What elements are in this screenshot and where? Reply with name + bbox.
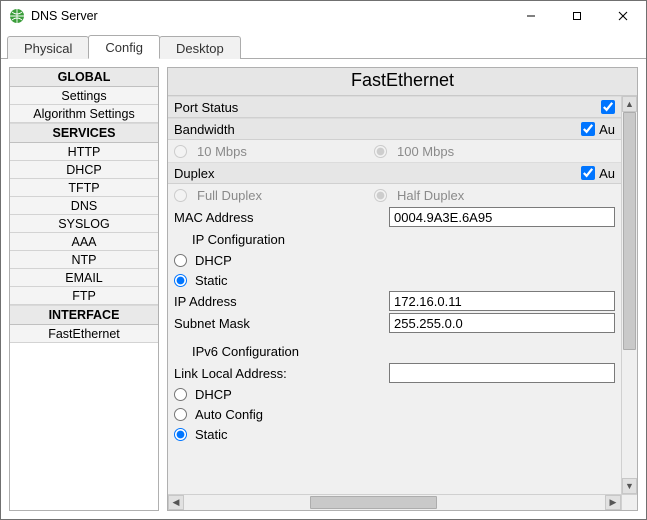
subnet-mask-input[interactable] [389, 313, 615, 333]
subnet-mask-row: Subnet Mask [168, 312, 621, 334]
maximize-button[interactable] [554, 1, 600, 31]
bandwidth-10mbps-label: 10 Mbps [197, 144, 247, 159]
ipv6-mode-auto-label: Auto Config [195, 407, 263, 422]
sidebar-item-ftp[interactable]: FTP [10, 287, 158, 305]
ip-mode-dhcp-radio[interactable] [174, 254, 187, 267]
port-status-checkbox[interactable] [601, 100, 615, 114]
duplex-full-label: Full Duplex [197, 188, 262, 203]
ipv6-mode-static-label: Static [195, 427, 228, 442]
bandwidth-label: Bandwidth [174, 122, 581, 137]
mac-label: MAC Address [174, 210, 389, 225]
close-button[interactable] [600, 1, 646, 31]
scrollbar-corner [621, 494, 637, 510]
ipv6-mode-static-radio[interactable] [174, 428, 187, 441]
sidebar: GLOBAL Settings Algorithm Settings SERVI… [9, 67, 159, 511]
scroll-left-arrow-icon[interactable]: ◀ [168, 495, 184, 510]
panel-content: Port Status Bandwidth Au [168, 96, 637, 510]
mac-input[interactable] [389, 207, 615, 227]
title-bar: DNS Server [1, 1, 646, 31]
ipv6-mode-dhcp-row: DHCP [168, 384, 621, 404]
sidebar-header-global: GLOBAL [10, 68, 158, 87]
sidebar-header-interface: INTERFACE [10, 305, 158, 325]
workspace: GLOBAL Settings Algorithm Settings SERVI… [1, 59, 646, 519]
link-local-label: Link Local Address: [174, 366, 389, 381]
link-local-row: Link Local Address: [168, 362, 621, 384]
bandwidth-auto-label: Au [599, 122, 615, 137]
tab-row: Physical Config Desktop [1, 31, 646, 59]
sidebar-header-services: SERVICES [10, 123, 158, 143]
duplex-auto-label: Au [599, 166, 615, 181]
bandwidth-row: Bandwidth Au [168, 118, 621, 140]
sidebar-item-ntp[interactable]: NTP [10, 251, 158, 269]
sidebar-item-settings[interactable]: Settings [10, 87, 158, 105]
ip-address-input[interactable] [389, 291, 615, 311]
ip-mode-static-row: Static [168, 270, 621, 290]
duplex-row: Duplex Au [168, 162, 621, 184]
scroll-up-arrow-icon[interactable]: ▲ [622, 96, 637, 112]
vertical-scrollbar[interactable]: ▲ ▼ [621, 96, 637, 494]
scroll-right-arrow-icon[interactable]: ▶ [605, 495, 621, 510]
app-icon [9, 8, 25, 24]
subnet-mask-label: Subnet Mask [174, 316, 389, 331]
duplex-full-radio[interactable] [174, 189, 187, 202]
sidebar-item-algorithm-settings[interactable]: Algorithm Settings [10, 105, 158, 123]
bandwidth-100mbps-radio[interactable] [374, 145, 387, 158]
detail-panel: FastEthernet Port Status Bandwidth [167, 67, 638, 511]
sidebar-item-syslog[interactable]: SYSLOG [10, 215, 158, 233]
ip-mode-dhcp-label: DHCP [195, 253, 232, 268]
sidebar-item-http[interactable]: HTTP [10, 143, 158, 161]
sidebar-item-dns[interactable]: DNS [10, 197, 158, 215]
port-status-row: Port Status [168, 96, 621, 118]
horizontal-scrollbar[interactable]: ◀ ▶ [168, 494, 621, 510]
duplex-options-row: Full Duplex Half Duplex [168, 184, 621, 206]
ipv6-mode-static-row: Static [168, 424, 621, 444]
bandwidth-100mbps-label: 100 Mbps [397, 144, 454, 159]
ip-mode-static-label: Static [195, 273, 228, 288]
link-local-input[interactable] [389, 363, 615, 383]
duplex-label: Duplex [174, 166, 581, 181]
ip-config-header: IP Configuration [168, 228, 621, 250]
horizontal-scroll-thumb[interactable] [310, 496, 436, 509]
sidebar-item-fastethernet[interactable]: FastEthernet [10, 325, 158, 343]
bandwidth-options-row: 10 Mbps 100 Mbps [168, 140, 621, 162]
duplex-half-label: Half Duplex [397, 188, 464, 203]
bandwidth-10mbps-radio[interactable] [174, 145, 187, 158]
ip-address-label: IP Address [174, 294, 389, 309]
duplex-auto-checkbox[interactable] [581, 166, 595, 180]
ip-config-header-label: IP Configuration [174, 232, 285, 247]
minimize-button[interactable] [508, 1, 554, 31]
ipv6-mode-dhcp-radio[interactable] [174, 388, 187, 401]
tab-desktop[interactable]: Desktop [159, 36, 241, 59]
tab-config[interactable]: Config [88, 35, 160, 59]
ipv6-config-header: IPv6 Configuration [168, 340, 621, 362]
mac-row: MAC Address [168, 206, 621, 228]
ipv6-mode-auto-row: Auto Config [168, 404, 621, 424]
ipv6-mode-dhcp-label: DHCP [195, 387, 232, 402]
window-title: DNS Server [31, 9, 98, 23]
sidebar-item-aaa[interactable]: AAA [10, 233, 158, 251]
ipv6-config-header-label: IPv6 Configuration [174, 344, 299, 359]
app-window: DNS Server Physical Config Desktop GLOBA… [0, 0, 647, 520]
vertical-scroll-thumb[interactable] [623, 112, 636, 350]
panel-title: FastEthernet [168, 68, 637, 96]
ip-address-row: IP Address [168, 290, 621, 312]
port-status-label: Port Status [174, 100, 601, 115]
ip-mode-dhcp-row: DHCP [168, 250, 621, 270]
bandwidth-auto-checkbox[interactable] [581, 122, 595, 136]
sidebar-item-email[interactable]: EMAIL [10, 269, 158, 287]
sidebar-item-dhcp[interactable]: DHCP [10, 161, 158, 179]
sidebar-item-tftp[interactable]: TFTP [10, 179, 158, 197]
duplex-half-radio[interactable] [374, 189, 387, 202]
scroll-down-arrow-icon[interactable]: ▼ [622, 478, 637, 494]
tab-physical[interactable]: Physical [7, 36, 89, 59]
ipv6-mode-auto-radio[interactable] [174, 408, 187, 421]
ip-mode-static-radio[interactable] [174, 274, 187, 287]
